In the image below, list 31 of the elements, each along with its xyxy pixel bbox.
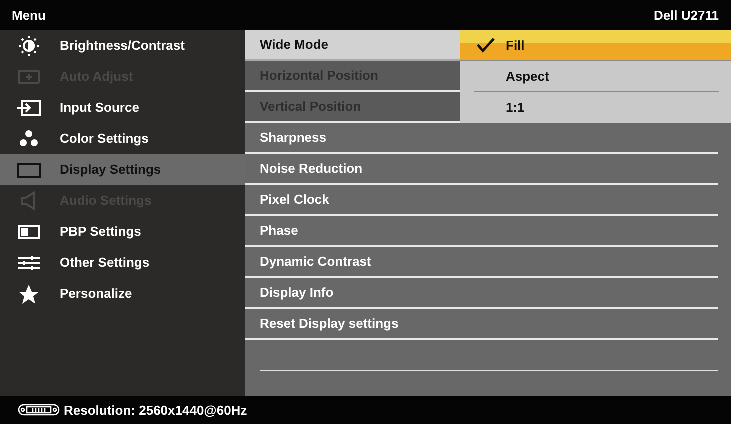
check-icon	[476, 37, 496, 53]
menu-item-label: Personalize	[60, 286, 132, 301]
submenu-item[interactable]: Display Info	[245, 278, 718, 309]
menu-item[interactable]: Color Settings	[0, 123, 245, 154]
submenu-item[interactable]: Pixel Clock	[245, 185, 718, 216]
submenu-item[interactable]: Noise Reduction	[245, 154, 718, 185]
menu-item[interactable]: Display Settings	[0, 154, 245, 185]
menu-item-label: Color Settings	[60, 131, 149, 146]
menu-item[interactable]: Input Source	[0, 92, 245, 123]
menu-item-label: Other Settings	[60, 255, 150, 270]
connector-icon	[18, 403, 60, 417]
menu-item[interactable]: Personalize	[0, 278, 245, 309]
menu-item[interactable]: Other Settings	[0, 247, 245, 278]
input-icon	[16, 98, 42, 118]
menu-item[interactable]: Brightness/Contrast	[0, 30, 245, 61]
model-name: Dell U2711	[654, 8, 719, 22]
resolution-text: Resolution: 2560x1440@60Hz	[64, 402, 248, 418]
menu-item-label: Brightness/Contrast	[60, 38, 185, 53]
option-item[interactable]: Fill	[460, 30, 731, 61]
menu-item-label: Display Settings	[60, 162, 162, 177]
menu-item-label: Input Source	[60, 100, 140, 115]
submenu-item[interactable]: Phase	[245, 216, 718, 247]
submenu-item[interactable]: Wide Mode	[245, 30, 460, 61]
option-item[interactable]: 1:1	[474, 92, 719, 123]
menu-item[interactable]: PBP Settings	[0, 216, 245, 247]
menu-item-label: PBP Settings	[60, 224, 142, 239]
option-item[interactable]: Aspect	[474, 61, 719, 92]
brightness-icon	[16, 36, 42, 56]
menu-title: Menu	[12, 8, 46, 22]
submenu-item[interactable]: Reset Display settings	[245, 309, 718, 340]
submenu-item[interactable]: Dynamic Contrast	[245, 247, 718, 278]
